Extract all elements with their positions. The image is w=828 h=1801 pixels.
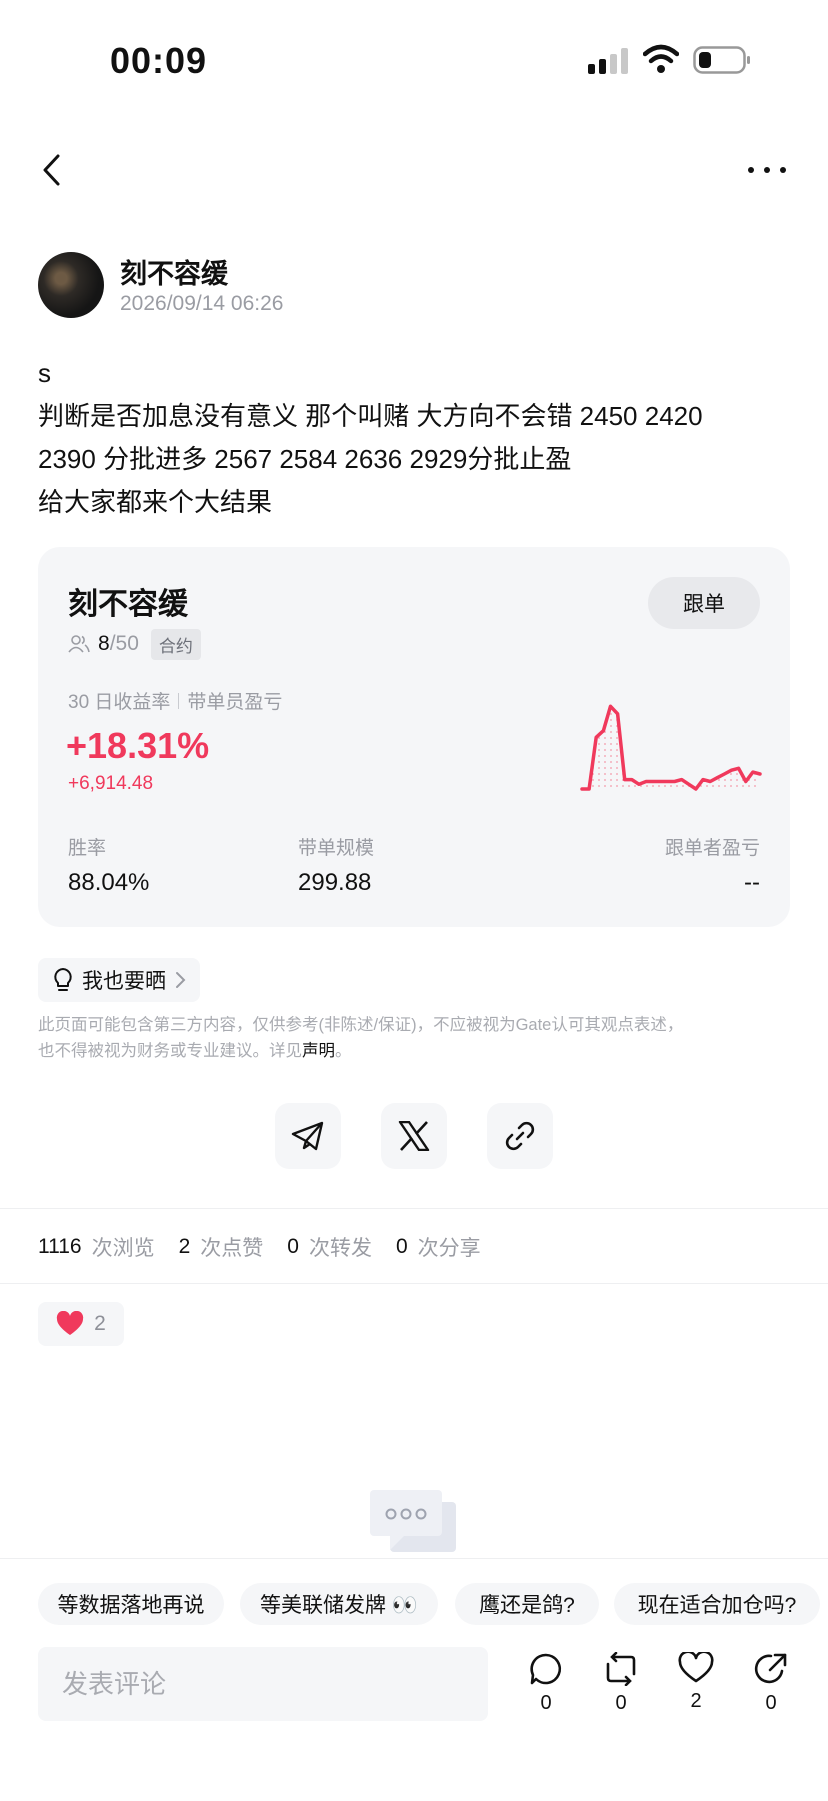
share-x-button[interactable] xyxy=(381,1103,447,1169)
likes-label: 次点赞 xyxy=(200,1237,264,1260)
pnl-value: +6,914.48 xyxy=(68,773,154,794)
more-button[interactable] xyxy=(745,150,789,190)
share-action[interactable]: 0 xyxy=(741,1652,801,1715)
lightbulb-icon xyxy=(54,968,72,991)
comment-count: 0 xyxy=(540,1692,552,1714)
post-body-line: 判断是否加息没有意义 那个叫赌 大方向不会错 2450 2420 xyxy=(38,401,703,431)
repost-count: 0 xyxy=(615,1692,627,1714)
post-stats: 1116 次浏览 2 次点赞 0 次转发 0 次分享 xyxy=(38,1232,495,1262)
disclaimer-line: 此页面可能包含第三方内容，仅供参考(非陈述/保证)，不应被视为Gate认可其观点… xyxy=(38,1016,684,1034)
views-count: 1116 xyxy=(38,1235,82,1258)
quick-reply-chip[interactable]: 鹰还是鸽? xyxy=(455,1583,599,1625)
empty-comments-illustration xyxy=(370,1490,456,1552)
post-body-line: 2390 分批进多 2567 2584 2636 2929分批止盈 xyxy=(38,444,572,474)
signal-icon xyxy=(588,48,628,74)
post-body: s 判断是否加息没有意义 那个叫赌 大方向不会错 2450 2420 2390 … xyxy=(38,352,798,524)
roi-sparkline xyxy=(580,704,762,791)
telegram-icon xyxy=(291,1121,324,1151)
share-count: 0 xyxy=(765,1692,777,1714)
win-rate-label: 胜率 xyxy=(68,838,107,859)
quick-reply-chip[interactable]: 等美联储发牌 👀 xyxy=(240,1583,438,1625)
show-off-button[interactable]: 我也要晒 xyxy=(38,958,200,1002)
back-button[interactable] xyxy=(30,148,74,192)
trader-card[interactable]: 刻不容缓 跟单 8/50 合约 30 日收益率 带单员盈亏 +18.31% +6… xyxy=(38,547,790,927)
comment-bubble-icon xyxy=(530,1653,562,1685)
heart-outline-icon xyxy=(678,1652,714,1683)
wifi-icon xyxy=(643,44,679,73)
likes-count: 2 xyxy=(178,1235,191,1258)
scale-label: 带单规模 xyxy=(298,838,375,859)
shares-label: 次分享 xyxy=(417,1237,481,1260)
link-icon xyxy=(505,1121,535,1151)
followers-count: 8 xyxy=(98,632,110,655)
roi-value: +18.31% xyxy=(66,725,210,766)
post-body-line: 给大家都来个大结果 xyxy=(38,487,273,517)
trader-name: 刻不容缓 xyxy=(68,588,188,621)
share-telegram-button[interactable] xyxy=(275,1103,341,1169)
like-count: 2 xyxy=(690,1690,702,1712)
divider xyxy=(0,1283,828,1284)
scale-value: 299.88 xyxy=(298,869,372,896)
disclaimer-line: 也不得被视为财务或专业建议。详见 xyxy=(38,1042,302,1060)
comment-input[interactable] xyxy=(38,1647,488,1721)
roi-label: 30 日收益率 xyxy=(68,692,171,713)
label-separator xyxy=(178,692,180,709)
reposts-count: 0 xyxy=(287,1235,299,1258)
heart-reaction-chip[interactable]: 2 xyxy=(38,1302,124,1346)
x-logo-icon xyxy=(398,1121,430,1151)
follower-pnl-value: -- xyxy=(744,869,760,896)
chevron-right-icon xyxy=(176,972,186,988)
divider xyxy=(0,1208,828,1209)
disclaimer-link[interactable]: 声明 xyxy=(302,1042,335,1060)
follow-trade-button[interactable]: 跟单 xyxy=(648,577,760,629)
copy-link-button[interactable] xyxy=(487,1103,553,1169)
disclaimer-suffix: 。 xyxy=(335,1042,352,1060)
comment-action[interactable]: 0 xyxy=(516,1652,576,1715)
followers-row: 8/50 合约 xyxy=(68,628,201,660)
reaction-count: 2 xyxy=(94,1312,106,1335)
win-rate-value: 88.04% xyxy=(68,869,150,896)
post-timestamp: 2026/09/14 06:26 xyxy=(120,292,284,315)
followers-max: /50 xyxy=(109,632,139,655)
author-avatar[interactable] xyxy=(38,252,104,318)
post-body-line: s xyxy=(38,358,51,388)
roi-label-row: 30 日收益率 带单员盈亏 xyxy=(68,687,282,714)
users-icon xyxy=(68,635,90,653)
views-label: 次浏览 xyxy=(91,1237,155,1260)
repost-action[interactable]: 0 xyxy=(591,1652,651,1715)
battery-icon xyxy=(693,46,750,74)
reposts-label: 次转发 xyxy=(308,1237,372,1260)
status-time: 00:09 xyxy=(110,40,208,81)
more-dots-icon xyxy=(748,167,786,173)
author-name[interactable]: 刻不容缓 xyxy=(120,252,228,291)
chevron-left-icon xyxy=(43,154,60,186)
show-off-label: 我也要晒 xyxy=(82,970,166,993)
follower-pnl-label: 跟单者盈亏 xyxy=(664,838,760,859)
disclaimer: 此页面可能包含第三方内容，仅供参考(非陈述/保证)，不应被视为Gate认可其观点… xyxy=(38,1012,788,1064)
repost-icon xyxy=(606,1652,636,1686)
heart-filled-icon xyxy=(57,1311,84,1335)
share-icon xyxy=(754,1653,787,1684)
quick-reply-chip[interactable]: 现在适合加仓吗? xyxy=(614,1583,820,1625)
quick-reply-chip[interactable]: 等数据落地再说 xyxy=(38,1583,224,1625)
like-action[interactable]: 2 xyxy=(666,1652,726,1713)
pnl-label: 带单员盈亏 xyxy=(187,692,283,713)
contract-tag: 合约 xyxy=(150,628,201,660)
shares-count: 0 xyxy=(395,1235,408,1258)
